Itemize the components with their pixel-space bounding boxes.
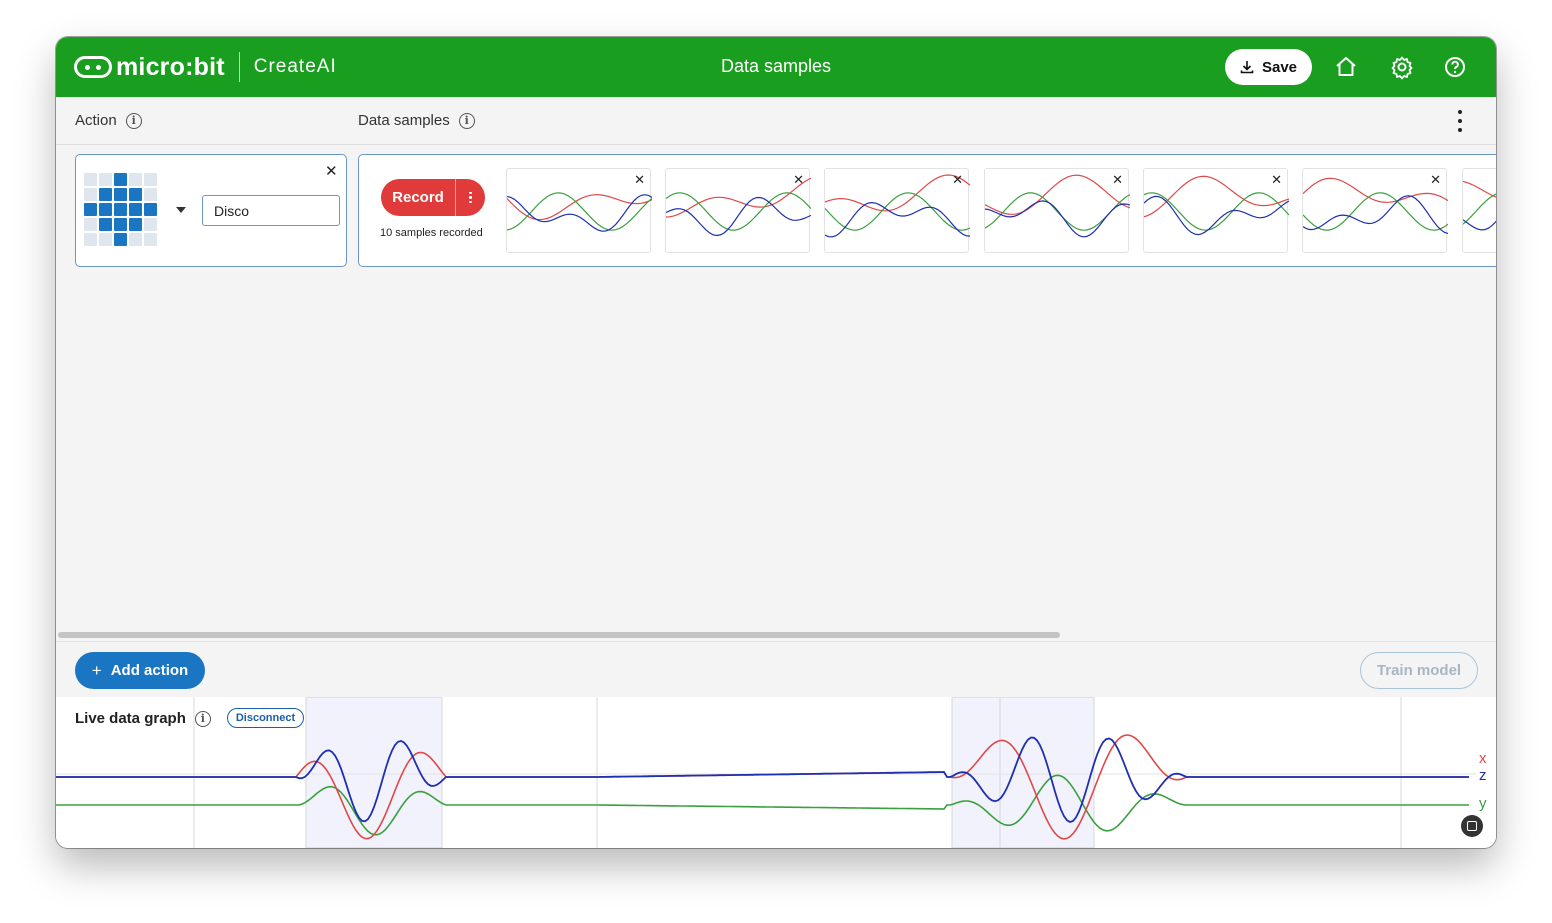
horizontal-scrollbar[interactable] [58,632,1060,638]
action-icon-grid[interactable] [84,173,157,246]
led-cell [99,218,112,231]
led-cell [114,188,127,201]
data-samples-card: Record 10 samples recorded ✕ ✕ ✕ ✕ ✕ ✕ ✕ [358,154,1496,267]
sample-trace [507,194,652,232]
led-cell [144,233,157,246]
led-cell [99,173,112,186]
led-cell [129,233,142,246]
samples-count: 10 samples recorded [380,227,483,239]
led-cell [129,173,142,186]
live-data-graph: Live data graph i Disconnect x z y [56,697,1496,848]
info-icon[interactable]: i [194,710,211,727]
top-bar: micro:bit CreateAI Data samples Save [56,37,1496,97]
led-cell [99,188,112,201]
x-trace [56,734,1469,840]
screen-capture-icon[interactable] [1461,815,1483,837]
sample-trace [985,200,1130,238]
led-cell [129,188,142,201]
record-options-icon[interactable] [456,191,485,204]
sample-trace [1463,180,1496,198]
live-graph-title: Live data graph i [75,710,211,727]
sample-trace [1463,193,1496,225]
download-icon [1240,61,1254,74]
led-cell [84,233,97,246]
action-card: ✕ [75,154,347,267]
led-cell [129,218,142,231]
column-header-row: Action i Data samples i [56,97,1496,145]
add-action-label: Add action [110,662,189,679]
sample-thumbnail[interactable]: ✕ [506,168,652,253]
led-cell [144,173,157,186]
disconnect-button[interactable]: Disconnect [227,708,304,728]
x-axis-label: x [1479,750,1487,767]
close-icon[interactable]: ✕ [793,173,804,186]
led-cell [84,188,97,201]
recording-window [305,697,443,848]
led-cell [114,233,127,246]
led-cell [144,218,157,231]
sample-trace [825,174,970,212]
y-trace [56,774,1469,836]
led-cell [84,203,97,216]
led-cell [114,173,127,186]
close-icon[interactable]: ✕ [634,173,645,186]
close-icon[interactable]: ✕ [1112,173,1123,186]
record-label: Record [392,189,444,206]
led-cell [114,218,127,231]
sample-trace [507,194,652,221]
app-window: micro:bit CreateAI Data samples Save Act… [56,37,1496,848]
led-cell [99,233,112,246]
sample-trace [1463,219,1496,231]
action-column-header: Action i [75,112,142,129]
sample-thumbnail[interactable]: ✕ [1143,168,1289,253]
home-icon[interactable] [1333,54,1359,80]
chevron-down-icon[interactable] [176,207,186,213]
y-axis-label: y [1479,795,1487,812]
info-icon[interactable]: i [125,112,142,129]
plus-icon: + [91,660,102,680]
led-cell [99,203,112,216]
data-samples-column-header: Data samples i [358,112,475,129]
led-cell [129,203,142,216]
close-icon[interactable]: ✕ [952,173,963,186]
close-icon[interactable]: ✕ [1271,173,1282,186]
more-options-icon[interactable] [1454,110,1466,132]
live-graph-label: Live data graph [75,710,186,727]
close-icon[interactable]: ✕ [325,164,338,179]
sample-trace [1303,177,1448,203]
action-header-label: Action [75,112,117,129]
sample-trace [507,192,652,231]
sample-trace [1144,175,1289,218]
z-axis-label: z [1479,767,1487,784]
sample-thumbnail[interactable]: ✕ [1462,168,1496,253]
data-samples-header-label: Data samples [358,112,450,129]
save-label: Save [1261,58,1298,76]
led-cell [144,188,157,201]
led-cell [84,173,97,186]
train-model-button[interactable]: Train model [1360,652,1478,689]
action-name-input[interactable] [202,195,340,226]
led-cell [114,203,127,216]
save-button[interactable]: Save [1225,49,1312,85]
sample-thumbnail[interactable]: ✕ [824,168,970,253]
add-action-button[interactable]: + Add action [75,652,205,689]
led-cell [144,203,157,216]
record-button[interactable]: Record [381,179,485,216]
sample-thumbnail[interactable]: ✕ [984,168,1130,253]
info-icon[interactable]: i [458,112,475,129]
z-trace [56,736,1469,823]
sample-thumbnail[interactable]: ✕ [665,168,811,253]
help-icon[interactable] [1442,54,1468,80]
gear-icon[interactable] [1389,54,1415,80]
sample-trace [1144,192,1289,231]
close-icon[interactable]: ✕ [1430,173,1441,186]
bottom-toolbar: + Add action Train model [56,641,1496,698]
sample-thumbnail[interactable]: ✕ [1302,168,1448,253]
recording-window [951,697,1095,848]
sample-trace [985,192,1130,231]
led-cell [84,218,97,231]
